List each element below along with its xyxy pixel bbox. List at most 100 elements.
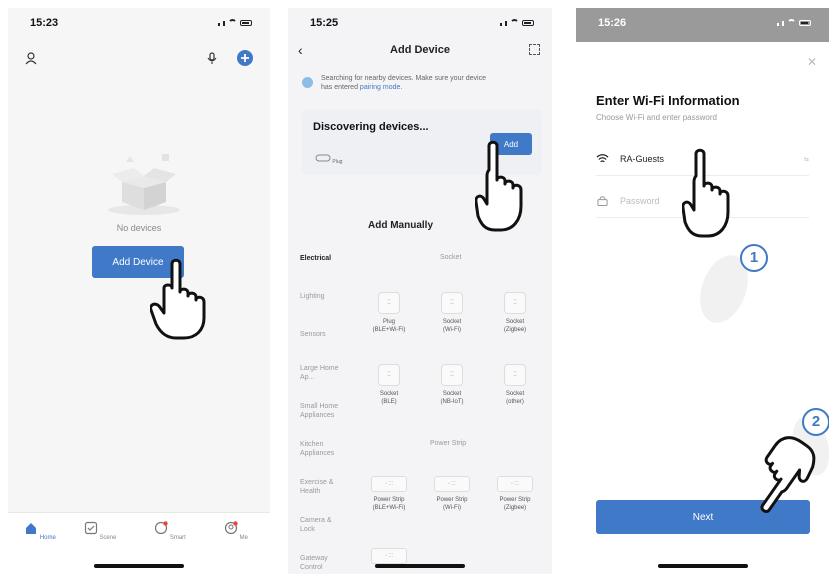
tab-label-me: Me bbox=[239, 535, 248, 541]
phone-wifi-screen: 15:26 ✕ Enter Wi-Fi Information Choose W… bbox=[576, 8, 829, 574]
microphone-icon[interactable] bbox=[207, 52, 217, 65]
search-note-line2: has entered bbox=[321, 84, 360, 91]
bottom-tab-bar: Home Scene Smart Me bbox=[8, 512, 270, 574]
device-socket-other[interactable]: ⁚⁚ Socket (other) bbox=[484, 364, 546, 406]
section-power-strip: Power Strip bbox=[430, 440, 467, 447]
section-socket: Socket bbox=[440, 254, 462, 261]
device-label: Socket (NB-IoT) bbox=[440, 391, 464, 405]
socket-icon: ⁚⁚ bbox=[378, 364, 400, 386]
status-icons bbox=[500, 19, 534, 26]
status-time: 15:26 bbox=[598, 17, 627, 29]
socket-icon: ⁚⁚ bbox=[441, 364, 463, 386]
category-exercise-health[interactable]: Exercise & Health bbox=[300, 478, 340, 496]
category-large-home-appliances[interactable]: Large Home Ap... bbox=[300, 364, 344, 382]
socket-icon: ⁚⁚ bbox=[504, 292, 526, 314]
category-gateway-control[interactable]: Gateway Control bbox=[300, 554, 340, 572]
device-power-strip-wifi[interactable]: ▫ ⁚⁚⁚ Power Strip (Wi-Fi) bbox=[421, 476, 483, 512]
power-strip-icon: ▫ ⁚⁚⁚ bbox=[371, 476, 407, 492]
status-time: 15:25 bbox=[310, 17, 339, 29]
device-label: Socket (other) bbox=[505, 391, 525, 405]
switch-network-icon[interactable]: ⇆ bbox=[804, 156, 809, 163]
pointing-hand-icon bbox=[475, 140, 523, 232]
status-bar: 15:23 bbox=[8, 8, 270, 36]
plug-device-icon bbox=[315, 154, 331, 162]
lock-icon bbox=[597, 196, 608, 206]
wifi-title: Enter Wi-Fi Information bbox=[596, 93, 740, 108]
category-lighting[interactable]: Lighting bbox=[300, 292, 362, 301]
status-time: 15:23 bbox=[30, 17, 59, 29]
status-bar: 15:26 bbox=[576, 8, 829, 36]
searching-text: Searching for nearby devices. Make sure … bbox=[321, 74, 486, 92]
empty-state-text: No devices bbox=[116, 223, 162, 233]
searching-spinner-icon bbox=[302, 77, 313, 88]
phone-add-device-screen: 15:25 ‹ Add Device Searching for nearby … bbox=[288, 8, 552, 574]
socket-icon: ⁚⁚ bbox=[504, 364, 526, 386]
category-small-home-appliances[interactable]: Small Home Appliances bbox=[300, 402, 348, 420]
pointing-hand-icon bbox=[682, 148, 730, 238]
category-electrical[interactable]: Electrical bbox=[300, 254, 362, 263]
discovering-title: Discovering devices... bbox=[313, 121, 429, 133]
search-note-end: . bbox=[400, 84, 403, 91]
password-field: Password bbox=[620, 196, 660, 206]
device-power-strip-zigbee[interactable]: ▫ ⁚⁚⁚ Power Strip (Zigbee) bbox=[484, 476, 546, 512]
device-socket-wifi[interactable]: ⁚⁚ Socket (Wi-Fi) bbox=[421, 292, 483, 334]
scan-qr-icon[interactable] bbox=[529, 44, 540, 55]
device-label: Power Strip (Zigbee) bbox=[499, 497, 531, 511]
category-kitchen-appliances[interactable]: Kitchen Appliances bbox=[300, 440, 340, 458]
me-icon bbox=[224, 521, 238, 535]
step-badge-1: 1 bbox=[740, 244, 768, 272]
device-gateway-partial[interactable]: ▫ ⁚⁚⁚ bbox=[358, 548, 420, 564]
wifi-icon bbox=[596, 154, 609, 163]
device-plug-ble-wifi[interactable]: ⁚⁚ Plug (BLE+Wi-Fi) bbox=[358, 292, 420, 334]
home-icon bbox=[26, 523, 37, 534]
status-icons bbox=[218, 19, 252, 26]
search-note-line1: Searching for nearby devices. Make sure … bbox=[321, 75, 486, 82]
wifi-ssid-value: RA-Guests bbox=[620, 154, 665, 164]
discovered-device-label: Plug bbox=[332, 159, 343, 165]
nav-header: ‹ Add Device bbox=[288, 36, 552, 64]
socket-icon: ⁚⁚ bbox=[378, 292, 400, 314]
wifi-status-icon bbox=[787, 19, 796, 26]
home-indicator bbox=[94, 564, 184, 568]
step-badge-2: 2 bbox=[802, 408, 829, 436]
tab-smart[interactable]: Smart bbox=[150, 521, 190, 541]
tab-scene[interactable]: Scene bbox=[80, 521, 120, 541]
device-label: Power Strip (Wi-Fi) bbox=[436, 497, 468, 511]
device-socket-zigbee[interactable]: ⁚⁚ Socket (Zigbee) bbox=[484, 292, 546, 334]
battery-icon bbox=[522, 20, 534, 26]
category-camera-lock[interactable]: Camera & Lock bbox=[300, 516, 340, 534]
wifi-status-icon bbox=[510, 19, 519, 26]
scene-icon bbox=[84, 521, 97, 535]
profile-icon[interactable] bbox=[25, 52, 37, 65]
smart-icon bbox=[155, 521, 168, 535]
device-label: Socket (BLE) bbox=[379, 391, 399, 405]
phone-home-screen: 15:23 No devices Add Device Home Scene S… bbox=[8, 8, 270, 574]
battery-icon bbox=[240, 20, 252, 26]
gateway-icon: ▫ ⁚⁚⁚ bbox=[371, 548, 407, 564]
empty-box-illustration bbox=[108, 154, 180, 215]
pairing-mode-link[interactable]: pairing mode bbox=[360, 84, 400, 91]
tab-me[interactable]: Me bbox=[216, 521, 256, 541]
socket-icon: ⁚⁚ bbox=[441, 292, 463, 314]
device-socket-ble[interactable]: ⁚⁚ Socket (BLE) bbox=[358, 364, 420, 406]
page-title: Add Device bbox=[390, 44, 450, 56]
home-indicator bbox=[375, 564, 465, 568]
close-icon[interactable]: ✕ bbox=[807, 55, 817, 69]
wifi-subtitle: Choose Wi-Fi and enter password bbox=[596, 113, 717, 122]
category-sensors[interactable]: Sensors bbox=[300, 330, 362, 339]
wifi-status-icon bbox=[228, 19, 237, 26]
device-power-strip-ble-wifi[interactable]: ▫ ⁚⁚⁚ Power Strip (BLE+Wi-Fi) bbox=[358, 476, 420, 512]
discovered-plug-icon[interactable]: Plug bbox=[315, 153, 342, 165]
device-label: Socket (Zigbee) bbox=[503, 319, 527, 333]
searching-notice: Searching for nearby devices. Make sure … bbox=[302, 74, 542, 92]
device-label: Power Strip (BLE+Wi-Fi) bbox=[372, 497, 406, 511]
tab-home[interactable]: Home bbox=[20, 521, 60, 541]
pointing-hand-icon bbox=[760, 436, 816, 513]
pointing-hand-icon bbox=[150, 258, 206, 340]
device-socket-nbiot[interactable]: ⁚⁚ Socket (NB-IoT) bbox=[421, 364, 483, 406]
device-label: Socket (Wi-Fi) bbox=[442, 319, 462, 333]
power-strip-icon: ▫ ⁚⁚⁚ bbox=[497, 476, 533, 492]
tab-label-home: Home bbox=[39, 535, 56, 541]
battery-icon bbox=[799, 20, 811, 26]
add-plus-icon[interactable] bbox=[237, 50, 253, 66]
